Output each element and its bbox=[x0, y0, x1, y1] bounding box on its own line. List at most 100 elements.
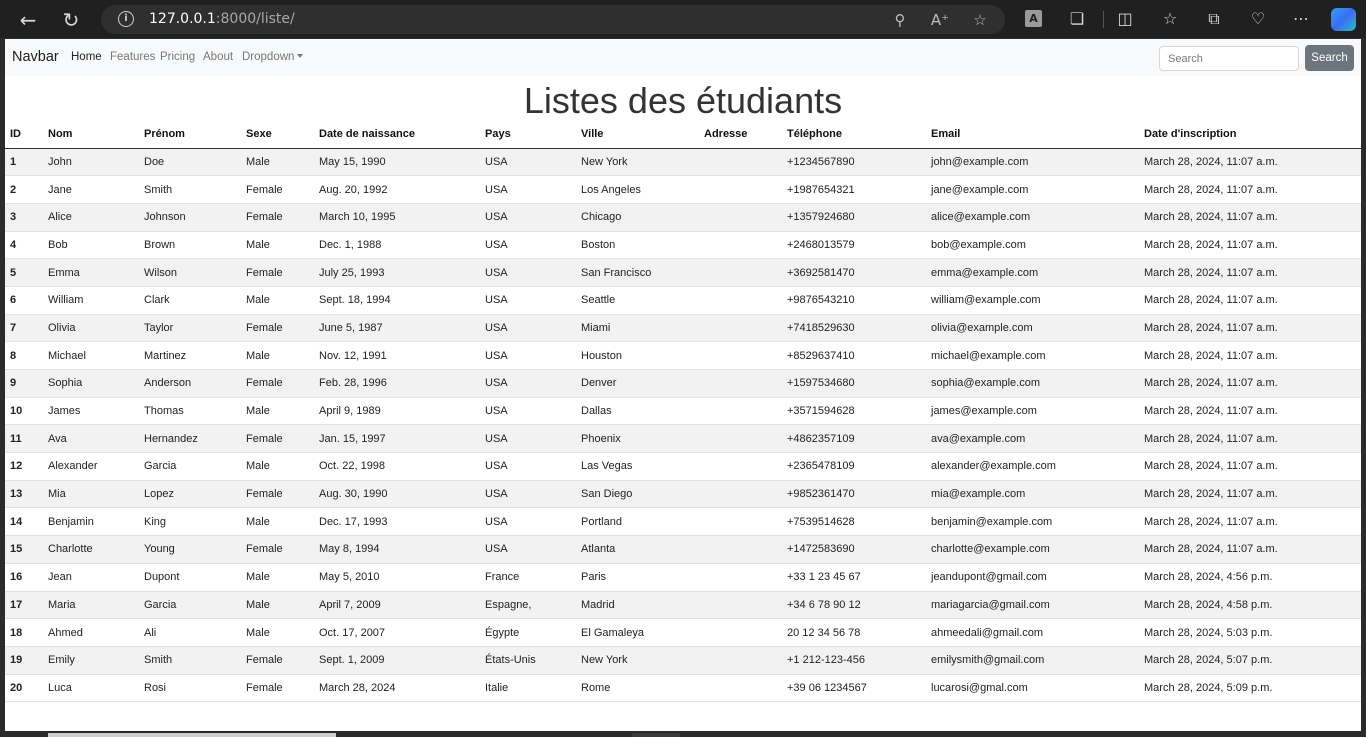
table-body: 1 John Doe Male May 15, 1990 USA New York +1234… bbox=[5, 147, 1361, 703]
cell-prenom: Anderson bbox=[139, 369, 241, 398]
cell-pays: France bbox=[480, 562, 576, 591]
search-button[interactable]: Search bbox=[1305, 45, 1354, 71]
cell-adresse bbox=[699, 230, 782, 259]
column-header-nom: Nom bbox=[43, 120, 139, 149]
cell-id: 17 bbox=[5, 590, 43, 619]
nav-link-home[interactable]: Home bbox=[71, 51, 102, 63]
cell-date-naissance: March 10, 1995 bbox=[314, 202, 480, 232]
table-row: 4 Bob Brown Male Dec. 1, 1988 USA Boston +24680… bbox=[5, 230, 1361, 259]
read-aloud-icon[interactable]: A⁺ bbox=[929, 9, 951, 31]
page-viewport: Navbar Home Features Pricing About Dropd… bbox=[5, 39, 1361, 731]
translate-icon[interactable]: A bbox=[1025, 10, 1042, 27]
url-host: 127.0.0.1 bbox=[149, 11, 216, 27]
cell-date-inscription: March 28, 2024, 5:07 p.m. bbox=[1139, 645, 1361, 675]
cell-nom: Jane bbox=[43, 175, 139, 204]
cell-date-naissance: Dec. 1, 1988 bbox=[314, 230, 480, 259]
table-row: 2 Jane Smith Female Aug. 20, 1992 USA Los Ange… bbox=[5, 175, 1361, 204]
cell-id: 10 bbox=[5, 396, 43, 425]
page-title: Listes des étudiants bbox=[523, 80, 843, 121]
extensions-icon[interactable]: ❏ bbox=[1066, 8, 1088, 30]
nav-dropdown[interactable]: Dropdown bbox=[242, 51, 304, 63]
nav-link-pricing[interactable]: Pricing bbox=[160, 51, 195, 63]
cell-sexe: Female bbox=[241, 673, 314, 703]
taskbar-strip bbox=[48, 733, 336, 737]
cell-sexe: Female bbox=[241, 645, 314, 675]
cell-date-inscription: March 28, 2024, 11:07 a.m. bbox=[1139, 258, 1361, 287]
cell-id: 1 bbox=[5, 147, 43, 176]
cell-date-inscription: March 28, 2024, 5:03 p.m. bbox=[1139, 618, 1361, 647]
cell-sexe: Male bbox=[241, 341, 314, 370]
copilot-icon[interactable] bbox=[1331, 8, 1356, 31]
cell-date-naissance: Nov. 12, 1991 bbox=[314, 341, 480, 370]
cell-date-inscription: March 28, 2024, 11:07 a.m. bbox=[1139, 285, 1361, 315]
nav-link-features[interactable]: Features bbox=[110, 51, 155, 63]
cell-adresse bbox=[699, 369, 782, 398]
url-text[interactable]: 127.0.0.1:8000/liste/ bbox=[149, 11, 295, 27]
navbar-brand[interactable]: Navbar bbox=[12, 49, 59, 65]
column-header-date-naissance: Date de naissance bbox=[314, 120, 480, 149]
cell-date-naissance: June 5, 1987 bbox=[314, 313, 480, 342]
cell-prenom: Lopez bbox=[139, 479, 241, 508]
cell-id: 6 bbox=[5, 285, 43, 315]
cell-date-naissance: Jan. 15, 1997 bbox=[314, 424, 480, 453]
favorites-icon[interactable]: ☆ bbox=[1159, 8, 1181, 30]
more-menu-icon[interactable]: ⋯ bbox=[1290, 8, 1312, 30]
cell-email: ahmeedali@gmail.com bbox=[926, 618, 1139, 647]
cell-pays: USA bbox=[480, 396, 576, 425]
cell-email: john@example.com bbox=[926, 147, 1139, 176]
split-screen-icon[interactable]: ◫ bbox=[1114, 8, 1136, 30]
cell-id: 7 bbox=[5, 313, 43, 342]
cell-sexe: Male bbox=[241, 396, 314, 425]
cell-pays: USA bbox=[480, 147, 576, 176]
cell-date-inscription: March 28, 2024, 5:09 p.m. bbox=[1139, 673, 1361, 703]
nav-link-about[interactable]: About bbox=[203, 51, 233, 63]
cell-ville: Madrid bbox=[576, 590, 699, 619]
cell-date-inscription: March 28, 2024, 11:07 a.m. bbox=[1139, 535, 1361, 564]
cell-pays: USA bbox=[480, 230, 576, 259]
table-row: 15 Charlotte Young Female May 8, 1994 USA Atla… bbox=[5, 535, 1361, 564]
address-bar[interactable]: i 127.0.0.1:8000/liste/ ⚲ A⁺ ☆ bbox=[101, 5, 1005, 34]
zoom-out-icon[interactable]: ⚲ bbox=[889, 9, 911, 31]
cell-nom: Maria bbox=[43, 590, 139, 619]
cell-id: 16 bbox=[5, 562, 43, 591]
cell-date-inscription: March 28, 2024, 4:56 p.m. bbox=[1139, 562, 1361, 591]
cell-nom: Alexander bbox=[43, 452, 139, 481]
cell-telephone: +4862357109 bbox=[782, 424, 926, 453]
cell-nom: Michael bbox=[43, 341, 139, 370]
cell-adresse bbox=[699, 562, 782, 591]
cell-ville: New York bbox=[576, 645, 699, 675]
cell-id: 15 bbox=[5, 535, 43, 564]
search-input[interactable] bbox=[1159, 46, 1299, 71]
cell-prenom: King bbox=[139, 507, 241, 536]
cell-telephone: +9852361470 bbox=[782, 479, 926, 508]
cell-telephone: +3571594628 bbox=[782, 396, 926, 425]
favorite-star-icon[interactable]: ☆ bbox=[969, 9, 991, 31]
cell-id: 4 bbox=[5, 230, 43, 259]
cell-ville: Boston bbox=[576, 230, 699, 259]
column-header-pays: Pays bbox=[480, 120, 576, 149]
column-header-adresse: Adresse bbox=[699, 120, 782, 149]
cell-pays: Italie bbox=[480, 673, 576, 703]
cell-pays: USA bbox=[480, 313, 576, 342]
cell-nom: Charlotte bbox=[43, 535, 139, 564]
collections-icon[interactable]: ⧉ bbox=[1203, 8, 1225, 30]
back-arrow-icon[interactable]: ← bbox=[15, 7, 41, 33]
cell-adresse bbox=[699, 452, 782, 481]
cell-date-inscription: March 28, 2024, 11:07 a.m. bbox=[1139, 313, 1361, 342]
cell-pays: USA bbox=[480, 507, 576, 536]
cell-nom: Alice bbox=[43, 202, 139, 232]
site-info-icon[interactable]: i bbox=[118, 11, 134, 27]
refresh-icon[interactable]: ↻ bbox=[58, 7, 84, 33]
cell-pays: USA bbox=[480, 452, 576, 481]
cell-ville: Paris bbox=[576, 562, 699, 591]
cell-email: mariagarcia@gmail.com bbox=[926, 590, 1139, 619]
cell-date-inscription: March 28, 2024, 11:07 a.m. bbox=[1139, 452, 1361, 481]
navbar: Navbar Home Features Pricing About Dropd… bbox=[5, 39, 1361, 76]
table-row: 19 Emily Smith Female Sept. 1, 2009 États-Uni… bbox=[5, 645, 1361, 675]
browser-essentials-icon[interactable]: ♡ bbox=[1247, 8, 1269, 30]
cell-nom: John bbox=[43, 147, 139, 176]
table-row: 14 Benjamin King Male Dec. 17, 1993 USA Portla… bbox=[5, 507, 1361, 536]
cell-email: bob@example.com bbox=[926, 230, 1139, 259]
cell-date-naissance: Sept. 18, 1994 bbox=[314, 285, 480, 315]
cell-adresse bbox=[699, 147, 782, 176]
